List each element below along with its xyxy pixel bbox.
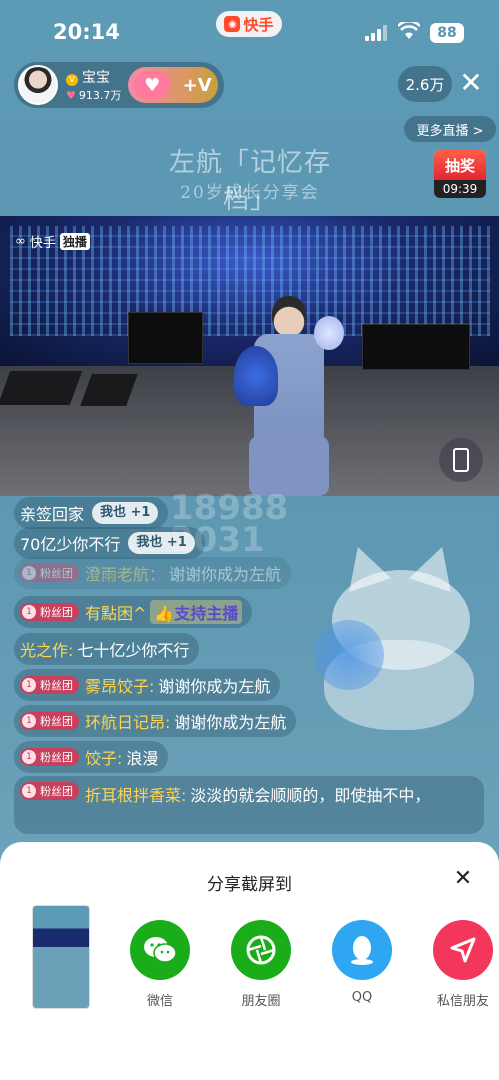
chat-text: 亲签回家 [20,505,85,524]
battery-indicator: 88 [430,23,464,43]
share-sheet-close-button[interactable]: ✕ [450,866,476,892]
stage-screen-left [128,312,203,364]
app-badge-label: 快手 [243,15,274,34]
heart-plus-icon: ♥ [134,71,171,99]
host-avatar[interactable] [18,65,58,105]
chat-text: 淡淡的就会顺顺的，即使抽不中， [190,786,431,805]
qq-penguin-icon [332,920,392,980]
follow-button[interactable]: ♥ +V [128,67,218,103]
bouquet-white [314,316,344,350]
share-moments-button[interactable]: 朋友圈 [221,920,301,1010]
chat-text: 👍支持主播 [150,600,243,624]
host-name: 宝宝 [82,70,110,86]
kuaishou-logo-icon: ∞ [15,234,26,249]
chat-username[interactable]: 澄雨老航： [85,561,165,585]
share-wechat-button[interactable]: 微信 [120,920,200,1010]
chat-message[interactable]: 1 粉丝团 雾昂饺子: 谢谢你成为左航 [14,669,281,701]
chat-text: 谢谢你成为左航 [174,713,287,732]
chat-message[interactable]: 光之作: 七十亿少你不行 [14,633,200,665]
chat-message[interactable]: 70亿少你不行 我也 +1 [14,527,205,559]
screenshot-thumbnail[interactable] [32,905,90,1009]
viewer-count[interactable]: 2.6万 [398,66,452,102]
wifi-icon [397,19,421,40]
share-sheet-title: 分享截屏到 [207,875,292,895]
chat-username[interactable]: 饺子: [85,745,122,769]
chat-message[interactable]: 亲签回家 我也 +1 [14,497,169,529]
host-info[interactable]: V 宝宝 ♥ 913.7万 ♥ +V [14,62,224,108]
wechat-icon [130,920,190,980]
chat-text: 谢谢你成为左航 [158,677,271,696]
kuaishou-logo-icon: ◉ [224,16,241,32]
lottery-button[interactable]: 抽奖 09:39 [434,150,486,198]
share-option-label: 微信 [146,994,173,1009]
metoo-button[interactable]: 我也 +1 [128,532,195,554]
lottery-timer: 09:39 [434,180,486,198]
chat-username[interactable]: 折耳根拌香菜: [85,782,186,806]
chat-message[interactable]: 1 粉丝团 环航日记昂: 谢谢你成为左航 [14,705,297,737]
rotate-screen-button[interactable] [439,438,483,482]
share-option-label: 朋友圈 [241,994,281,1009]
chat-username[interactable]: 环航日记昂: [85,709,170,733]
stage-speaker [0,371,83,405]
host-likes-row: ♥ 913.7万 [66,87,121,103]
share-option-label: QQ [351,990,373,1005]
send-plane-icon [433,920,493,980]
chat-text: 70亿少你不行 [20,535,121,554]
fan-badge: 1 粉丝团 [20,712,79,730]
metoo-button[interactable]: 我也 +1 [92,502,159,524]
fan-badge: 1 粉丝团 [20,564,79,582]
heart-icon: ♥ [66,89,76,102]
share-private-message-button[interactable]: 私信朋友 [423,920,499,1010]
chat-text: 浪漫 [126,749,159,768]
cat-illustration [314,540,484,730]
chat-message[interactable]: 1 粉丝团 饺子: 浪漫 [14,741,169,773]
chat-message[interactable]: 1 粉丝团 有點困^ 👍支持主播 [14,596,253,628]
close-live-button[interactable]: ✕ [457,69,485,98]
phone-rotate-icon [453,448,469,472]
share-qq-button[interactable]: QQ [322,920,402,1010]
verified-icon: V [66,74,78,86]
fan-badge: 1 粉丝团 [20,782,79,800]
video-logo-text: 快手 [29,236,56,251]
stage-screen-right [362,324,470,370]
chat-message[interactable]: 1 粉丝团 折耳根拌香菜: 淡淡的就会顺顺的，即使抽不中， [14,776,484,834]
chat-username[interactable]: 光之作: [20,637,73,661]
lottery-label: 抽奖 [434,150,486,180]
fan-badge: 1 粉丝团 [20,676,79,694]
chat-username[interactable]: 有點困^ [85,600,146,624]
chat-username[interactable]: 雾昂饺子: [85,673,154,697]
video-watermark: ∞ 快手 独播 [15,232,90,251]
bouquet-blue [234,346,278,406]
chat-text: 谢谢你成为左航 [169,565,282,584]
host-name-row: V 宝宝 [66,67,110,87]
stream-subtitle: 20岁成长分享会 [180,183,320,203]
status-time: 20:14 [53,20,120,44]
exclusive-tag: 独播 [59,233,90,250]
fan-badge: 1 粉丝团 [20,748,79,766]
share-option-label: 私信朋友 [436,994,489,1009]
chat-message[interactable]: 1 粉丝团 澄雨老航： 谢谢你成为左航 [14,557,292,589]
more-live-button[interactable]: 更多直播 > [404,116,496,142]
app-badge: ◉ 快手 [216,11,282,37]
fan-badge: 1 粉丝团 [20,603,79,621]
follow-label: +V [182,74,212,96]
chat-text: 七十亿少你不行 [77,641,190,660]
host-likes: 913.7万 [78,89,122,102]
signal-icon [365,25,387,41]
moments-shutter-icon [231,920,291,980]
live-video[interactable] [0,216,499,496]
